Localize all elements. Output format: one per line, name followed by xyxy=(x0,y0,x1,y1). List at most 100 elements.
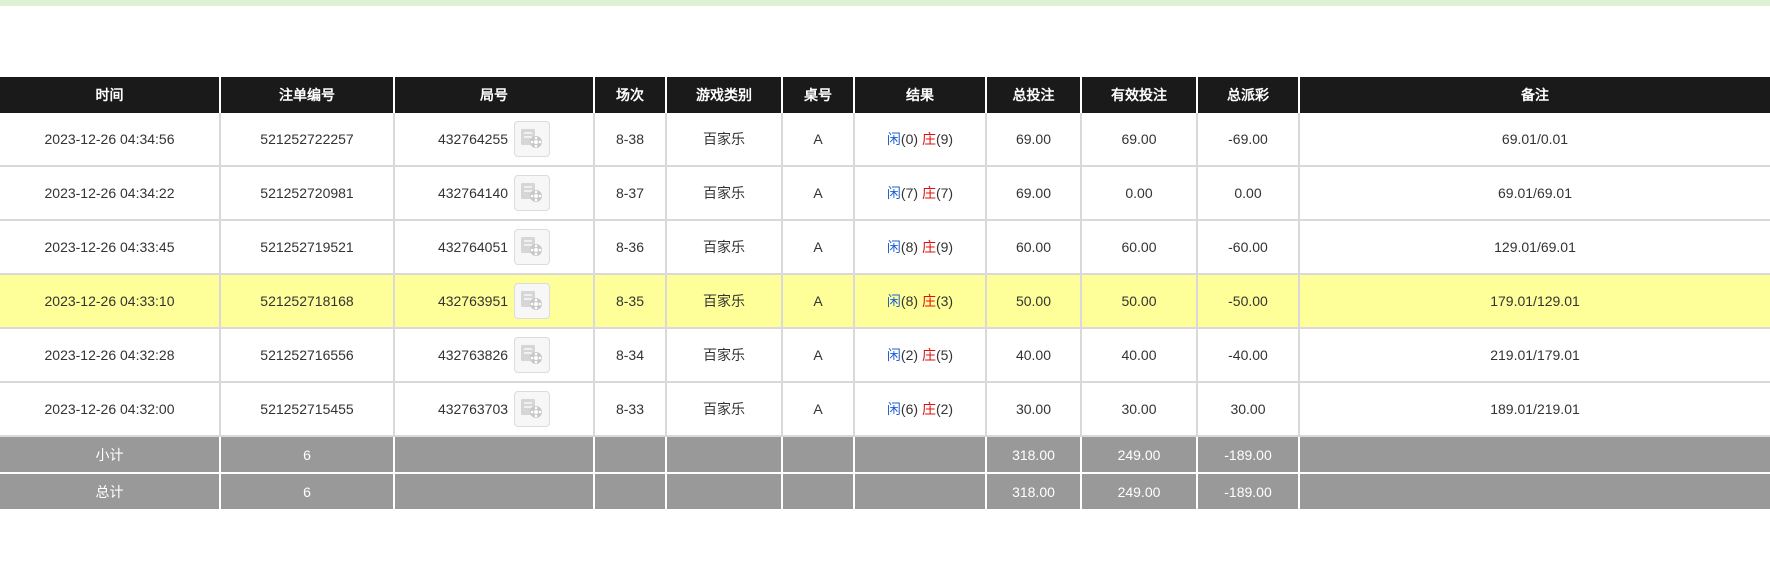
cell-table-no: A xyxy=(782,220,855,275)
cell-valid-bet: 30.00 xyxy=(1081,382,1198,437)
player-score: (7) xyxy=(900,185,919,201)
cell-time: 2023-12-26 04:34:22 xyxy=(0,166,221,221)
total-empty xyxy=(782,473,855,511)
col-header-table-no[interactable]: 桌号 xyxy=(782,77,855,113)
video-replay-icon[interactable] xyxy=(514,283,551,319)
cell-round: 432764255 xyxy=(394,113,595,167)
col-header-payout[interactable]: 总派彩 xyxy=(1197,77,1300,113)
banker-score: (3) xyxy=(935,293,954,309)
cell-payout: 30.00 xyxy=(1197,382,1300,437)
banker-label: 庄 xyxy=(921,347,936,363)
cell-round: 432763826 xyxy=(394,328,595,383)
table-row: 2023-12-26 04:33:10 521252718168 432763951… xyxy=(0,274,1770,329)
total-empty xyxy=(854,473,987,511)
col-header-game-type[interactable]: 游戏类别 xyxy=(666,77,783,113)
cell-valid-bet: 40.00 xyxy=(1081,328,1198,383)
cell-valid-bet: 0.00 xyxy=(1081,166,1198,221)
banker-label: 庄 xyxy=(921,131,936,147)
col-header-total-bet[interactable]: 总投注 xyxy=(986,77,1082,113)
player-label: 闲 xyxy=(886,131,901,147)
round-number: 432763951 xyxy=(437,293,509,309)
video-replay-icon[interactable] xyxy=(514,229,551,265)
player-label: 闲 xyxy=(886,185,901,201)
round-wrapper: 432764140 xyxy=(437,175,551,211)
cell-game-type: 百家乐 xyxy=(666,274,783,329)
cell-session: 8-38 xyxy=(594,113,667,167)
banker-score: (5) xyxy=(935,347,954,363)
cell-time: 2023-12-26 04:34:56 xyxy=(0,113,221,167)
cell-session: 8-33 xyxy=(594,382,667,437)
cell-bet-id: 521252715455 xyxy=(220,382,395,437)
player-score: (8) xyxy=(900,239,919,255)
player-label: 闲 xyxy=(886,401,901,417)
round-wrapper: 432763951 xyxy=(437,283,551,319)
round-number: 432764140 xyxy=(437,185,509,201)
subtotal-empty xyxy=(394,436,595,474)
banker-label: 庄 xyxy=(921,239,936,255)
cell-result: 闲(2) 庄(5) xyxy=(854,328,987,383)
round-number: 432764051 xyxy=(437,239,509,255)
total-payout: -189.00 xyxy=(1197,473,1300,511)
cell-round: 432763703 xyxy=(394,382,595,437)
video-replay-icon[interactable] xyxy=(514,121,551,157)
banker-label: 庄 xyxy=(921,401,936,417)
banker-score: (7) xyxy=(935,185,954,201)
cell-payout: -69.00 xyxy=(1197,113,1300,167)
top-accent-bar xyxy=(0,0,1770,6)
cell-total-bet: 30.00 xyxy=(986,382,1082,437)
subtotal-empty xyxy=(594,436,667,474)
round-wrapper: 432764051 xyxy=(437,229,551,265)
subtotal-total-bet: 318.00 xyxy=(986,436,1082,474)
total-label: 总计 xyxy=(0,473,221,511)
cell-remark: 179.01/129.01 xyxy=(1299,274,1770,329)
col-header-round[interactable]: 局号 xyxy=(394,77,595,113)
table-row: 2023-12-26 04:34:22 521252720981 432764140… xyxy=(0,166,1770,221)
cell-table-no: A xyxy=(782,382,855,437)
cell-round: 432764051 xyxy=(394,220,595,275)
total-total-bet: 318.00 xyxy=(986,473,1082,511)
player-score: (6) xyxy=(900,401,919,417)
cell-bet-id: 521252719521 xyxy=(220,220,395,275)
cell-session: 8-37 xyxy=(594,166,667,221)
video-replay-icon[interactable] xyxy=(514,391,551,427)
table-row: 2023-12-26 04:33:45 521252719521 432764051… xyxy=(0,220,1770,275)
subtotal-empty xyxy=(782,436,855,474)
round-number: 432763703 xyxy=(437,401,509,417)
cell-remark: 69.01/0.01 xyxy=(1299,113,1770,167)
player-label: 闲 xyxy=(886,239,901,255)
banker-label: 庄 xyxy=(921,293,936,309)
col-header-bet-id[interactable]: 注单编号 xyxy=(220,77,395,113)
cell-total-bet: 69.00 xyxy=(986,166,1082,221)
round-number: 432764255 xyxy=(437,131,509,147)
cell-table-no: A xyxy=(782,328,855,383)
round-number: 432763826 xyxy=(437,347,509,363)
cell-payout: -40.00 xyxy=(1197,328,1300,383)
cell-bet-id: 521252720981 xyxy=(220,166,395,221)
cell-time: 2023-12-26 04:32:00 xyxy=(0,382,221,437)
subtotal-empty xyxy=(666,436,783,474)
cell-total-bet: 40.00 xyxy=(986,328,1082,383)
subtotal-empty xyxy=(1299,436,1770,474)
player-label: 闲 xyxy=(886,347,901,363)
cell-valid-bet: 69.00 xyxy=(1081,113,1198,167)
col-header-time[interactable]: 时间 xyxy=(0,77,221,113)
round-wrapper: 432764255 xyxy=(437,121,551,157)
player-label: 闲 xyxy=(886,293,901,309)
video-replay-icon[interactable] xyxy=(514,175,551,211)
cell-session: 8-34 xyxy=(594,328,667,383)
video-replay-icon[interactable] xyxy=(514,337,551,373)
cell-bet-id: 521252716556 xyxy=(220,328,395,383)
col-header-valid-bet[interactable]: 有效投注 xyxy=(1081,77,1198,113)
col-header-result[interactable]: 结果 xyxy=(854,77,987,113)
cell-round: 432763951 xyxy=(394,274,595,329)
cell-result: 闲(0) 庄(9) xyxy=(854,113,987,167)
total-empty xyxy=(666,473,783,511)
cell-total-bet: 60.00 xyxy=(986,220,1082,275)
cell-bet-id: 521252722257 xyxy=(220,113,395,167)
col-header-session[interactable]: 场次 xyxy=(594,77,667,113)
cell-game-type: 百家乐 xyxy=(666,382,783,437)
subtotal-payout: -189.00 xyxy=(1197,436,1300,474)
cell-time: 2023-12-26 04:32:28 xyxy=(0,328,221,383)
col-header-remark[interactable]: 备注 xyxy=(1299,77,1770,113)
cell-table-no: A xyxy=(782,274,855,329)
